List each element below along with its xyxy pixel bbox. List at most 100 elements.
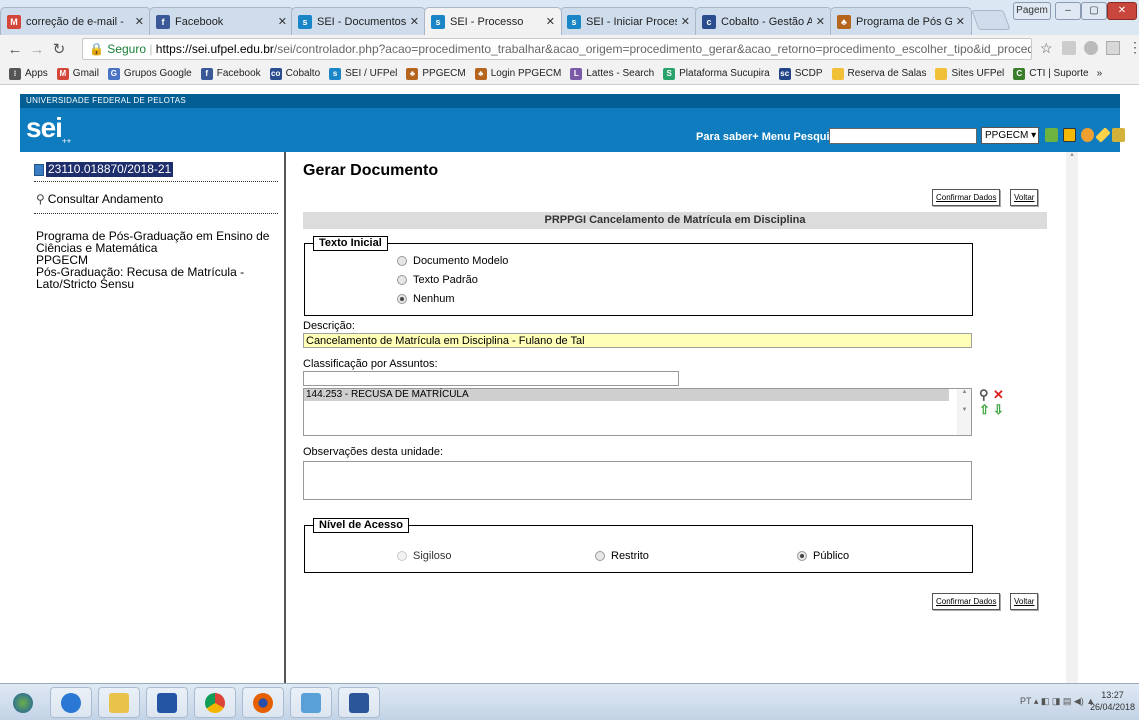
taskbar-chrome[interactable]	[194, 687, 236, 718]
remove-icon[interactable]: ✕	[993, 388, 1004, 401]
bookmark-item[interactable]: C CTI | Suporte	[1013, 67, 1089, 80]
consult-link[interactable]: ⚲ Consultar Andamento	[36, 192, 163, 206]
bookmark-item[interactable]: Sites UFPel	[935, 67, 1004, 80]
bookmark-item[interactable]: M Gmail	[56, 67, 99, 80]
descricao-input[interactable]: Cancelamento de Matrícula em Disciplina …	[303, 333, 972, 348]
radio-restrito[interactable]: Restrito	[595, 550, 649, 562]
sei-logo[interactable]: sei++	[26, 112, 71, 146]
tab-facebook[interactable]: f Facebook ✕	[149, 7, 294, 35]
confirm-button-bottom[interactable]: Confirmar Dados	[932, 593, 1001, 610]
chrome-icon	[205, 692, 225, 713]
radio-icon[interactable]	[397, 551, 407, 561]
search-icon: ⚲	[36, 192, 45, 206]
bookmark-item[interactable]: Reserva de Salas	[831, 67, 926, 80]
user-icon[interactable]	[1081, 128, 1094, 142]
close-tab-icon[interactable]: ✕	[956, 15, 965, 28]
minimize-icon[interactable]: –	[1055, 2, 1081, 20]
tab-sei-processo[interactable]: s SEI - Processo ✕	[424, 7, 562, 35]
page-scrollbar[interactable]: ▲	[1066, 152, 1078, 683]
search-input[interactable]	[829, 128, 977, 144]
radio-publico[interactable]: Público	[797, 550, 849, 562]
list-scrollbar[interactable]: ▲ ▼	[957, 389, 971, 435]
bookmark-item[interactable]: L Lattes - Search	[570, 67, 654, 80]
radio-selected-icon[interactable]	[397, 294, 407, 304]
url-bar[interactable]: 🔒 Seguro | https://sei.ufpel.edu.br/sei/…	[82, 38, 1032, 60]
ppgecm-icon: ♣	[837, 14, 851, 29]
radio-icon[interactable]	[595, 551, 605, 561]
system-tray[interactable]: PT ▴ ◧ ◨ ▤ ◀) ▲	[1020, 696, 1095, 707]
start-button[interactable]	[2, 687, 44, 718]
bookmarks-bar: ⁝ Apps M Gmail G Grupos Google f Facebook co Coba…	[0, 63, 1139, 85]
process-number[interactable]: 23110.018870/2018-21	[46, 162, 174, 177]
close-window-icon[interactable]: ✕	[1107, 2, 1137, 20]
taskbar-media[interactable]	[146, 687, 188, 718]
move-down-icon[interactable]: ⇩	[993, 403, 1004, 416]
close-tab-icon[interactable]: ✕	[278, 15, 287, 28]
move-up-icon[interactable]: ⇧	[979, 403, 990, 416]
tools-icon[interactable]	[1095, 127, 1111, 143]
bookmark-item[interactable]: S Plataforma Sucupira	[663, 67, 770, 80]
radio-selected-icon[interactable]	[797, 551, 807, 561]
search-icon[interactable]: ⚲	[979, 388, 989, 401]
logout-icon[interactable]	[1112, 128, 1125, 142]
bookmark-item[interactable]: ♣ Login PPGECM	[474, 67, 561, 80]
confirm-button-top[interactable]: Confirmar Dados	[932, 189, 1001, 206]
radio-documento-modelo[interactable]: Documento Modelo	[397, 255, 508, 267]
maximize-icon[interactable]: ▢	[1081, 2, 1107, 20]
bookmark-item[interactable]: co Cobalto	[269, 67, 320, 80]
close-tab-icon[interactable]: ✕	[135, 15, 144, 28]
observacoes-textarea[interactable]	[303, 461, 972, 500]
star-icon[interactable]: ☆	[1040, 40, 1053, 57]
taskbar-app[interactable]	[290, 687, 332, 718]
back-button-top[interactable]: Voltar	[1010, 189, 1039, 206]
tab-gmail[interactable]: M correção de e-mail - ✕	[0, 7, 151, 35]
classificacao-list[interactable]: 144.253 - RECUSA DE MATRÍCULA ▲ ▼	[303, 388, 972, 436]
folder-icon	[109, 692, 129, 713]
forward-arrow-icon[interactable]: →	[26, 41, 48, 58]
tab-sei-documentos[interactable]: s SEI - Documentos do ✕	[291, 7, 426, 35]
bookmark-item[interactable]: s SEI / UFPel	[329, 67, 397, 80]
bookmark-item[interactable]: f Facebook	[200, 67, 261, 80]
radio-icon[interactable]	[397, 275, 407, 285]
radio-icon[interactable]	[397, 256, 407, 266]
more-bookmarks-icon[interactable]: »	[1097, 68, 1103, 79]
list-item[interactable]: 144.253 - RECUSA DE MATRÍCULA	[304, 389, 949, 401]
list-icon[interactable]	[1045, 128, 1058, 142]
classificacao-search-input[interactable]	[303, 371, 679, 386]
process-tree-root[interactable]: 23110.018870/2018-21	[34, 162, 174, 177]
radio-sigiloso[interactable]: Sigiloso	[397, 550, 452, 562]
extension-icon[interactable]	[1084, 41, 1098, 55]
taskbar-ie[interactable]	[50, 687, 92, 718]
close-tab-icon[interactable]: ✕	[410, 15, 419, 28]
taskbar-firefox[interactable]	[242, 687, 284, 718]
extension-icon[interactable]	[1106, 41, 1120, 55]
back-button-bottom[interactable]: Voltar	[1010, 593, 1039, 610]
close-tab-icon[interactable]: ✕	[546, 15, 555, 28]
taskbar-word[interactable]	[338, 687, 380, 718]
bookmark-icon: L	[570, 67, 583, 80]
unit-select[interactable]: PPGECM ▾	[981, 127, 1039, 144]
radio-nenhum[interactable]: Nenhum	[397, 293, 455, 305]
extension-icon[interactable]	[1062, 41, 1076, 55]
menu-dots-icon[interactable]: ⋮	[1128, 39, 1139, 56]
bookmark-item[interactable]: sc SCDP	[778, 67, 823, 80]
bookmark-item[interactable]: ♣ PPGECM	[406, 67, 466, 80]
bookmark-item[interactable]: G Grupos Google	[107, 67, 192, 80]
notes-icon[interactable]	[1063, 128, 1076, 142]
windows-logo-icon	[13, 692, 33, 713]
back-arrow-icon[interactable]: ←	[4, 41, 26, 58]
bookmark-item[interactable]: ⁝ Apps	[9, 67, 48, 80]
clock[interactable]: 13:27 26/04/2018	[1090, 689, 1135, 713]
close-tab-icon[interactable]: ✕	[816, 15, 825, 28]
tab-sei-iniciar[interactable]: s SEI - Iniciar Processo ✕	[560, 7, 697, 35]
tab-cobalto[interactable]: c Cobalto - Gestão Ac ✕	[695, 7, 832, 35]
bookmark-icon	[935, 67, 948, 80]
gmail-icon: M	[7, 14, 21, 29]
new-tab-button[interactable]	[971, 10, 1011, 30]
header-links[interactable]: Para saber+ Menu Pesquisa	[696, 131, 842, 143]
radio-texto-padrao[interactable]: Texto Padrão	[397, 274, 478, 286]
reload-icon[interactable]: ↻	[48, 40, 70, 58]
tab-ppgecm[interactable]: ♣ Programa de Pós Gra ✕	[830, 7, 972, 35]
close-tab-icon[interactable]: ✕	[681, 15, 690, 28]
taskbar-explorer[interactable]	[98, 687, 140, 718]
